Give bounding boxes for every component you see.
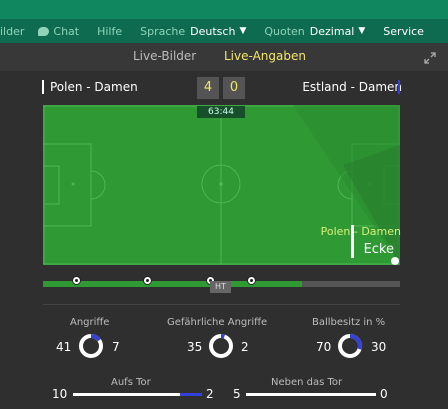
nav-chat-label: Chat [53,24,80,38]
neben-tor-away: 0 [380,387,388,401]
chevron-down-icon: ▼ [239,26,247,36]
scoreboard: Polen - Damen 4 0 Estland - Damen [0,71,448,105]
away-color-marker [398,80,400,94]
top-navigation: ilder Chat Hilfe Sprache Deutsch ▼ Quote… [0,0,448,43]
aufs-tor-away: 2 [206,387,214,401]
view-tabs: Live-Bilder Live-Angaben [0,43,448,71]
ballbesitz-donut [338,334,362,358]
pitch-lines [43,105,400,265]
divider [43,304,400,305]
aufs-tor-label: Aufs Tor [111,377,151,388]
sprache-label: Sprache [140,24,186,38]
chat-icon [38,26,50,36]
service-label: Service [383,24,424,38]
angriffe-label: Angriffe [70,317,110,328]
aufs-tor-bar [73,393,202,396]
angriffe-donut [79,334,103,358]
ballbesitz-away: 30 [371,340,387,354]
nav-sprache[interactable]: Sprache Deutsch ▼ [140,25,246,38]
angriffe-home: 41 [56,340,72,354]
timeline-progress [43,281,302,287]
gef-angriffe-label: Gefährliche Angriffe [167,317,268,328]
event-team: Polen - Damen [320,225,401,238]
gef-angriffe-home: 35 [187,340,203,354]
match-clock: 63:44 [197,106,245,118]
nav-chat[interactable]: Chat [38,25,79,38]
away-team-name: Estland - Damen [302,80,402,94]
home-team-name: Polen - Damen [42,80,138,94]
aufs-tor-away-fill [180,393,202,396]
nav-bilder[interactable]: ilder [0,25,24,38]
goal-ball-icon [143,276,152,285]
expand-icon[interactable] [424,52,436,64]
pitch [43,105,400,265]
away-score: 0 [223,77,245,99]
aufs-tor-home: 10 [52,387,68,401]
nav-bar: ilder Chat Hilfe Sprache Deutsch ▼ Quote… [0,19,442,43]
quoten-label: Quoten [264,24,305,38]
tab-live-bilder[interactable]: Live-Bilder [133,49,196,63]
gef-angriffe-donut [209,334,233,358]
ballbesitz-label: Ballbesitz in % [312,317,386,328]
chevron-down-icon: ▼ [358,26,366,36]
ballbesitz-home: 70 [316,340,332,354]
gef-angriffe-away: 2 [241,340,249,354]
tab-live-angaben[interactable]: Live-Angaben [224,49,306,63]
angriffe-away: 7 [112,340,120,354]
goal-ball-icon [247,276,256,285]
nav-quoten[interactable]: Quoten Dezimal ▼ [264,25,365,38]
event-type: Ecke [363,242,394,257]
neben-tor-label: Neben das Tor [271,377,343,388]
neben-tor-bar [246,393,376,396]
sprache-value: Deutsch [190,24,236,38]
goal-ball-icon [72,276,81,285]
home-score: 4 [197,77,219,99]
nav-hilfe[interactable]: Hilfe [97,25,122,38]
halftime-marker: HT [210,281,231,293]
quoten-value: Dezimal [309,24,355,38]
nav-service[interactable]: Service [383,25,424,38]
neben-tor-home: 5 [233,387,241,401]
